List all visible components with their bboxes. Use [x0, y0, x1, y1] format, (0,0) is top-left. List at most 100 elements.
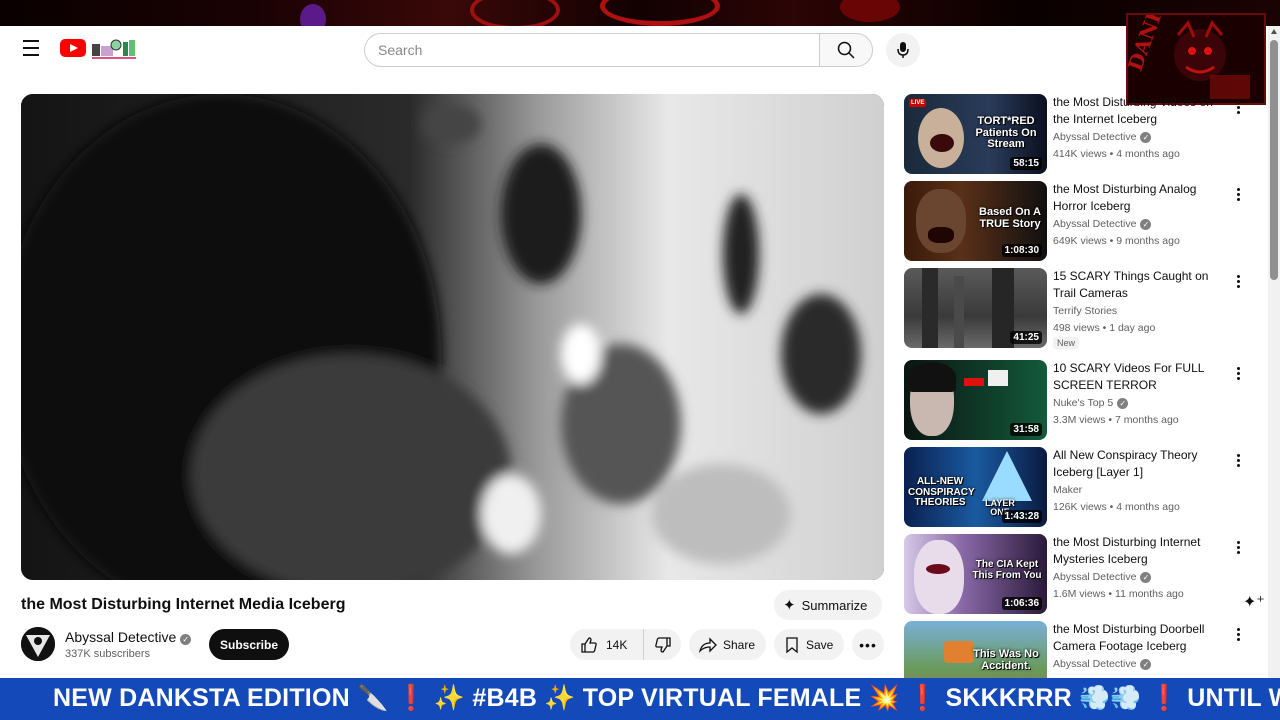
stream-overlay-logo: DANK — [1126, 13, 1266, 105]
thumbs-down-icon — [654, 636, 671, 653]
recommendation-meta: 126K views • 4 months ago — [1053, 501, 1180, 513]
more-actions-button[interactable]: ••• — [852, 629, 884, 660]
channel-name: Abyssal Detective — [1053, 571, 1137, 583]
save-label: Save — [806, 637, 834, 652]
masthead: Search — [0, 26, 1268, 72]
scroll-up-arrow-icon[interactable] — [1271, 29, 1277, 34]
recommendation-thumbnail[interactable]: Based On A TRUE Story 1:08:30 — [904, 181, 1047, 261]
verified-check-icon: ✓ — [180, 634, 192, 645]
channel-name: Maker — [1053, 484, 1083, 496]
recommendation-meta: 498 views • 1 day ago — [1053, 322, 1156, 334]
video-player[interactable] — [21, 94, 884, 580]
recommendation-meta: 414K views • 4 months ago — [1053, 148, 1180, 160]
channel-name: Abyssal Detective — [1053, 131, 1137, 143]
recommendation-title[interactable]: the Most Disturbing Videos on the Intern… — [1053, 94, 1223, 128]
recommendation-title[interactable]: All New Conspiracy Theory Iceberg [Layer… — [1053, 447, 1223, 481]
recommendation-channel[interactable]: Maker — [1053, 484, 1082, 496]
recommendation-meta: 1.6M views • 11 months ago — [1053, 588, 1184, 600]
subscribe-button[interactable]: Subscribe — [209, 629, 289, 660]
page-scrollbar[interactable] — [1268, 26, 1280, 678]
recommendation-item[interactable]: 31:58 10 SCARY Videos For FULL SCREEN TE… — [904, 360, 1260, 442]
recommendation-thumbnail[interactable]: This Was No Accident. — [904, 621, 1047, 678]
recommendation-title[interactable]: the Most Disturbing Analog Horror Iceber… — [1053, 181, 1223, 215]
live-badge: LIVE — [909, 99, 927, 107]
summarize-button[interactable]: ✦ Summarize — [774, 590, 882, 620]
thumbnail-caption: TORT*RED Patients On Stream — [975, 115, 1037, 151]
recommendation-item[interactable]: This Was No Accident. the Most Disturbin… — [904, 621, 1260, 678]
channel-name-link[interactable]: Abyssal Detective ✓ — [65, 629, 192, 645]
recommendation-channel[interactable]: Abyssal Detective ✓ — [1053, 131, 1152, 143]
recommendation-thumbnail[interactable]: 31:58 — [904, 360, 1047, 440]
recommendation-title[interactable]: 10 SCARY Videos For FULL SCREEN TERROR — [1053, 360, 1223, 394]
recommendation-channel[interactable]: Abyssal Detective ✓ — [1053, 218, 1152, 230]
recommendation-item[interactable]: ALL-NEW CONSPIRACY THEORIES LAYER ONE 1:… — [904, 447, 1260, 529]
channel-name: Abyssal Detective — [65, 629, 177, 645]
video-title: the Most Disturbing Internet Media Icebe… — [21, 596, 346, 613]
video-duration: 1:06:36 — [1001, 597, 1042, 610]
verified-check-icon: ✓ — [1140, 572, 1152, 583]
recommendation-channel[interactable]: Abyssal Detective ✓ — [1053, 658, 1152, 670]
channel-avatar-image — [21, 627, 55, 661]
thumbnail-caption: Based On A TRUE Story — [979, 206, 1041, 230]
recommendation-channel[interactable]: Terrify Stories — [1053, 305, 1117, 317]
ticker-text: NEW DANKSTA EDITION 🔪 ❗ ✨ #B4B ✨ TOP VIR… — [53, 684, 1280, 712]
search-button[interactable] — [819, 33, 873, 67]
kebab-menu-icon[interactable] — [1230, 184, 1246, 204]
video-duration: 1:08:30 — [1001, 244, 1042, 257]
dank-mascot-logo: DANK — [1128, 15, 1264, 103]
ai-sparkle-icon[interactable]: ✦⁺ — [1243, 592, 1265, 612]
recommendation-item[interactable]: Based On A TRUE Story 1:08:30 the Most D… — [904, 181, 1260, 263]
verified-check-icon: ✓ — [1140, 219, 1152, 230]
menu-icon[interactable] — [20, 40, 42, 58]
channel-name: Nuke's Top 5 — [1053, 397, 1114, 409]
save-button[interactable]: Save — [774, 629, 844, 660]
video-duration: 58:15 — [1010, 157, 1042, 170]
video-frame — [21, 94, 884, 580]
summarize-label: Summarize — [801, 597, 868, 613]
channel-name: Abyssal Detective — [1053, 658, 1137, 670]
video-duration: 1:43:28 — [1001, 510, 1042, 523]
recommendation-item[interactable]: LIVE TORT*RED Patients On Stream 58:15 t… — [904, 94, 1260, 176]
thumbnail-caption: This Was No Accident. — [973, 648, 1039, 672]
more-horizontal-icon: ••• — [859, 636, 877, 653]
recommendation-title[interactable]: the Most Disturbing Doorbell Camera Foot… — [1053, 621, 1223, 655]
share-button[interactable]: Share — [689, 629, 766, 660]
like-button[interactable]: 14K — [570, 629, 644, 660]
channel-name: Terrify Stories — [1053, 305, 1118, 317]
bookmark-icon — [786, 636, 798, 653]
share-label: Share — [723, 637, 756, 652]
kebab-menu-icon[interactable] — [1230, 271, 1246, 291]
subscriber-count: 337K subscribers — [65, 648, 150, 660]
kebab-menu-icon[interactable] — [1230, 363, 1246, 383]
thumbnail-caption: ALL-NEW CONSPIRACY THEORIES — [908, 476, 975, 508]
recommendation-title[interactable]: 15 SCARY Things Caught on Trail Cameras — [1053, 268, 1223, 302]
recommendation-meta: 3.3M views • 7 months ago — [1053, 414, 1179, 426]
sparkle-icon: ✦ — [783, 597, 796, 614]
recommendation-thumbnail[interactable]: LIVE TORT*RED Patients On Stream 58:15 — [904, 94, 1047, 174]
recommendation-channel[interactable]: Abyssal Detective ✓ — [1053, 571, 1152, 583]
youtube-logo[interactable] — [60, 39, 86, 57]
like-count: 14K — [606, 637, 628, 652]
kebab-menu-icon[interactable] — [1230, 97, 1246, 117]
kebab-menu-icon[interactable] — [1230, 450, 1246, 470]
recommendation-channel[interactable]: Nuke's Top 5 ✓ — [1053, 397, 1129, 409]
voice-search-button[interactable] — [886, 33, 920, 67]
kebab-menu-icon[interactable] — [1230, 624, 1246, 644]
youtube-doodle-logo[interactable] — [90, 38, 138, 60]
recommendation-thumbnail[interactable]: 41:25 — [904, 268, 1047, 348]
scrollbar-thumb[interactable] — [1270, 40, 1278, 280]
kebab-menu-icon[interactable] — [1230, 537, 1246, 557]
thumbnail-caption: The CIA Kept This From You — [972, 559, 1042, 581]
recommendation-thumbnail[interactable]: The CIA Kept This From You 1:06:36 — [904, 534, 1047, 614]
recommendation-item[interactable]: The CIA Kept This From You 1:06:36 the M… — [904, 534, 1260, 616]
recommendation-item[interactable]: 41:25 15 SCARY Things Caught on Trail Ca… — [904, 268, 1260, 350]
channel-avatar[interactable] — [21, 627, 55, 661]
video-duration: 41:25 — [1010, 331, 1042, 344]
video-duration: 31:58 — [1010, 423, 1042, 436]
dislike-button[interactable] — [644, 629, 681, 660]
recommendation-title[interactable]: the Most Disturbing Internet Mysteries I… — [1053, 534, 1223, 568]
thumbs-up-icon — [581, 636, 597, 653]
search-input[interactable]: Search — [364, 33, 820, 67]
verified-check-icon: ✓ — [1117, 398, 1129, 409]
recommendation-thumbnail[interactable]: ALL-NEW CONSPIRACY THEORIES LAYER ONE 1:… — [904, 447, 1047, 527]
